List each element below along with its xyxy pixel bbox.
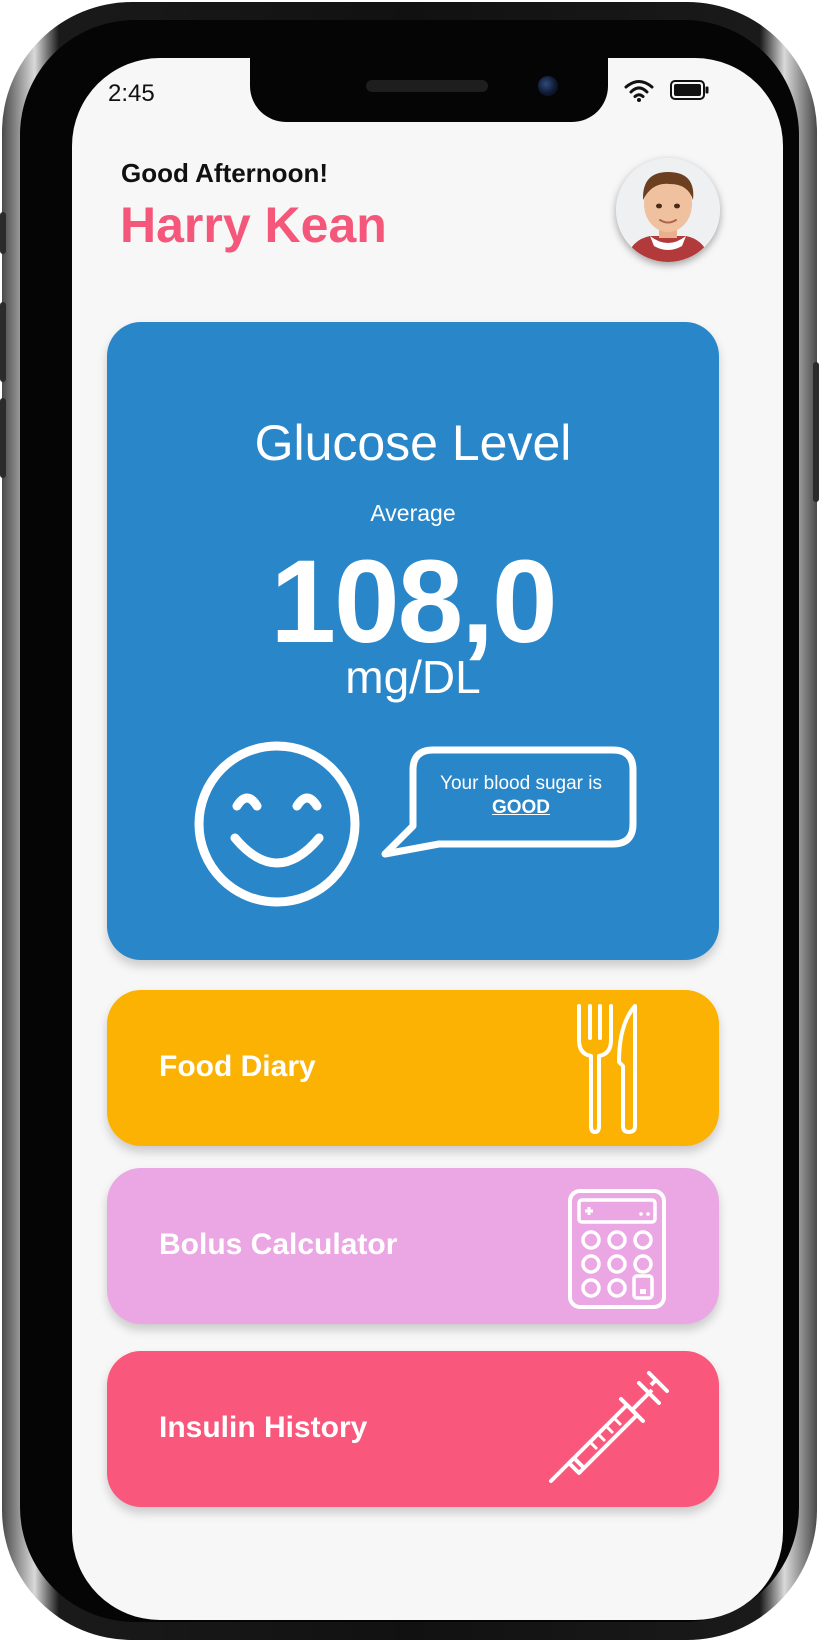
avatar[interactable] [616, 158, 720, 262]
phone-bezel: 2:45 Good Afternoon! Harry Kean Glucose … [20, 20, 799, 1622]
glucose-unit: mg/DL [345, 651, 481, 703]
bolus-calculator-label: Bolus Calculator [159, 1228, 398, 1261]
blood-sugar-status: GOOD [491, 797, 551, 818]
bolus-calculator-button[interactable]: Bolus Calculator [107, 1168, 719, 1324]
avatar-portrait [616, 158, 720, 262]
phone-frame: 2:45 Good Afternoon! Harry Kean Glucose … [0, 2, 819, 1640]
front-camera [538, 76, 558, 96]
greeting-text: Good Afternoon! [121, 158, 328, 188]
speaker-grille [366, 80, 488, 92]
calculator-icon [568, 1189, 666, 1309]
insulin-history-label: Insulin History [159, 1411, 368, 1444]
volume-up-button [0, 302, 6, 382]
app-screen: 2:45 Good Afternoon! Harry Kean Glucose … [72, 58, 783, 1620]
glucose-card[interactable]: Glucose Level Average 108,0 mg/DL Your b… [107, 322, 719, 960]
battery-icon [670, 80, 709, 100]
user-name: Harry Kean [120, 197, 387, 253]
wifi-icon [624, 80, 654, 102]
syringe-icon [549, 1371, 669, 1483]
smiley-icon [194, 741, 360, 907]
glucose-title: Glucose Level [254, 415, 572, 471]
volume-down-button [0, 398, 6, 478]
notch [250, 58, 608, 122]
power-button [813, 362, 819, 502]
average-label: Average [370, 500, 456, 526]
blood-sugar-text: Your blood sugar is [440, 773, 602, 794]
status-time: 2:45 [108, 80, 155, 107]
blood-sugar-message: Your blood sugar is GOOD [407, 772, 635, 820]
fork-knife-icon [577, 1004, 637, 1134]
insulin-history-button[interactable]: Insulin History [107, 1351, 719, 1507]
food-diary-button[interactable]: Food Diary [107, 990, 719, 1146]
silent-switch [0, 212, 6, 254]
food-diary-label: Food Diary [159, 1050, 316, 1083]
